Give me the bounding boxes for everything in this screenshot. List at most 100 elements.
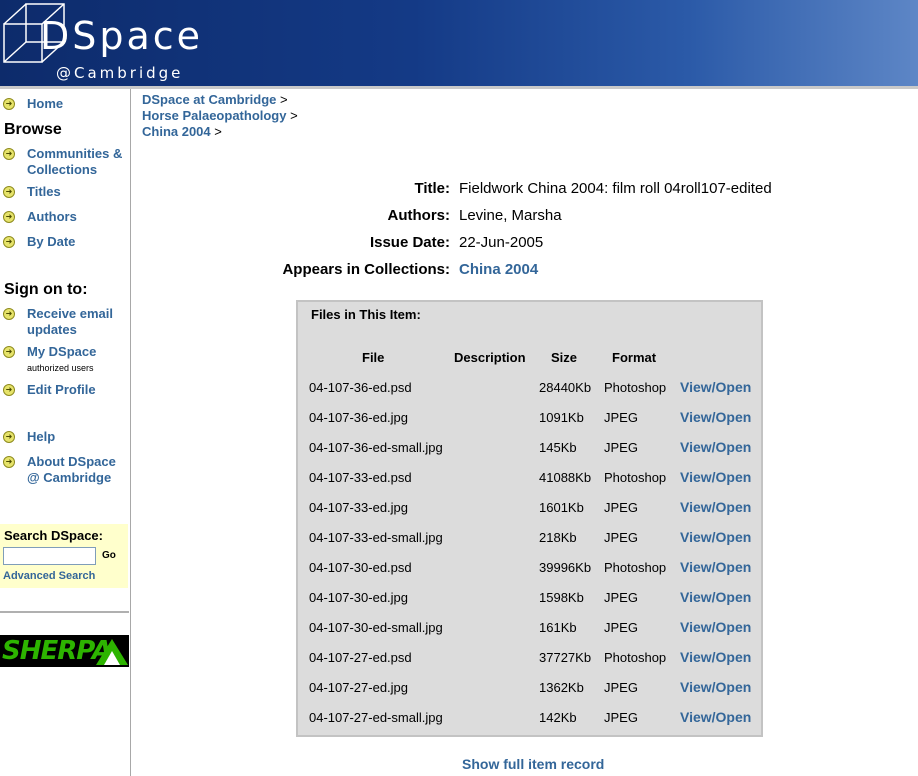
file-size-cell: 142Kb — [539, 710, 577, 725]
sidebar-item-label[interactable]: Home — [27, 96, 127, 112]
table-row: 04-107-36-ed.psd 28440Kb Photoshop View/Ope… — [298, 379, 761, 410]
breadcrumb-separator: > — [290, 108, 298, 123]
file-size-cell: 39996Kb — [539, 560, 592, 575]
column-header-description: Description — [454, 350, 526, 365]
sidebar-item-note: authorized users — [27, 363, 94, 373]
file-name-cell: 04-107-30-ed.jpg — [309, 590, 409, 605]
arrow-bullet-icon: ➜ — [3, 211, 15, 223]
authors-value: Levine, Marsha — [459, 207, 562, 224]
view-open-link[interactable]: View/Open — [680, 469, 751, 485]
sidebar-item-label[interactable]: Communities & Collections — [27, 146, 127, 178]
view-open-link[interactable]: View/Open — [680, 709, 751, 725]
collection-link[interactable]: China 2004 — [459, 261, 538, 278]
issue-date-label: Issue Date: — [369, 234, 450, 251]
file-format-cell: Photoshop — [604, 470, 667, 485]
header-divider — [0, 86, 918, 89]
site-header: DSpace @Cambridge — [0, 0, 918, 86]
search-input[interactable] — [3, 547, 96, 565]
logo-title: DSpace — [40, 14, 204, 58]
file-format-cell: JPEG — [604, 500, 638, 515]
breadcrumb-item[interactable]: Horse Palaeopathology > — [142, 108, 298, 123]
file-size-cell: 1601Kb — [539, 500, 584, 515]
sidebar-item-label[interactable]: By Date — [27, 234, 127, 250]
file-name-cell: 04-107-33-ed.psd — [309, 470, 412, 485]
arrow-bullet-icon: ➜ — [3, 148, 15, 160]
view-open-link[interactable]: View/Open — [680, 649, 751, 665]
sherpa-logo[interactable]: SHERPA — [0, 635, 129, 667]
breadcrumb-item[interactable]: China 2004 > — [142, 124, 222, 139]
collections-label: Appears in Collections: — [282, 261, 450, 278]
table-row: 04-107-30-ed.jpg 1598Kb JPEG View/Open — [298, 589, 761, 620]
table-row: 04-107-27-ed.psd 37727Kb Photoshop View/Ope… — [298, 649, 761, 680]
file-name-cell: 04-107-33-ed-small.jpg — [309, 530, 443, 545]
file-name-cell: 04-107-27-ed.jpg — [309, 680, 409, 695]
table-row: 04-107-30-ed.psd 39996Kb Photoshop View/Ope… — [298, 559, 761, 590]
file-name-cell: 04-107-33-ed.jpg — [309, 500, 409, 515]
file-name-cell: 04-107-30-ed-small.jpg — [309, 620, 443, 635]
search-panel: Search DSpace: Go Advanced Search — [0, 524, 128, 588]
view-open-link[interactable]: View/Open — [680, 559, 751, 575]
breadcrumb-link[interactable]: DSpace at Cambridge — [142, 92, 276, 107]
mountain-icon — [96, 639, 128, 665]
arrow-bullet-icon: ➜ — [3, 384, 15, 396]
file-size-cell: 1091Kb — [539, 410, 584, 425]
file-size-cell: 218Kb — [539, 530, 577, 545]
view-open-link[interactable]: View/Open — [680, 439, 751, 455]
sidebar-divider — [0, 611, 129, 613]
view-open-link[interactable]: View/Open — [680, 379, 751, 395]
file-size-cell: 37727Kb — [539, 650, 592, 665]
file-format-cell: JPEG — [604, 680, 638, 695]
file-name-cell: 04-107-36-ed-small.jpg — [309, 440, 443, 455]
file-name-cell: 04-107-36-ed.psd — [309, 380, 412, 395]
view-open-link[interactable]: View/Open — [680, 589, 751, 605]
arrow-bullet-icon: ➜ — [3, 456, 15, 468]
file-format-cell: Photoshop — [604, 650, 667, 665]
view-open-link[interactable]: View/Open — [680, 529, 751, 545]
show-full-record-link[interactable]: Show full item record — [462, 756, 604, 772]
view-open-link[interactable]: View/Open — [680, 619, 751, 635]
view-open-link[interactable]: View/Open — [680, 679, 751, 695]
sidebar-item-label[interactable]: About DSpace @ Cambridge — [27, 454, 127, 486]
view-open-link[interactable]: View/Open — [680, 499, 751, 515]
title-label: Title: — [414, 180, 450, 197]
file-format-cell: JPEG — [604, 440, 638, 455]
table-row: 04-107-33-ed.jpg 1601Kb JPEG View/Open — [298, 499, 761, 530]
search-title: Search DSpace: — [4, 528, 103, 543]
issue-date-value: 22-Jun-2005 — [459, 234, 544, 251]
arrow-bullet-icon: ➜ — [3, 98, 15, 110]
column-header-format: Format — [612, 350, 657, 365]
search-go-button[interactable]: Go — [102, 550, 116, 561]
sidebar-item-label[interactable]: My DSpace — [27, 344, 96, 359]
logo-subtitle: @Cambridge — [56, 64, 184, 82]
breadcrumb-link[interactable]: China 2004 — [142, 124, 211, 139]
sidebar-item-label[interactable]: Authors — [27, 209, 127, 225]
advanced-search-link[interactable]: Advanced Search — [3, 570, 95, 582]
table-row: 04-107-36-ed.jpg 1091Kb JPEG View/Open — [298, 409, 761, 440]
file-size-cell: 28440Kb — [539, 380, 592, 395]
sign-on-heading: Sign on to: — [4, 281, 88, 298]
arrow-bullet-icon: ➜ — [3, 236, 15, 248]
table-row: 04-107-27-ed-small.jpg 142Kb JPEG View/Open — [298, 709, 761, 740]
sidebar-item-label-wrap[interactable]: My DSpace authorized users — [27, 344, 127, 374]
file-format-cell: JPEG — [604, 410, 638, 425]
column-header-file: File — [362, 350, 385, 365]
view-open-link[interactable]: View/Open — [680, 409, 751, 425]
file-size-cell: 41088Kb — [539, 470, 592, 485]
file-name-cell: 04-107-36-ed.jpg — [309, 410, 409, 425]
column-header-size: Size — [551, 350, 578, 365]
file-size-cell: 1362Kb — [539, 680, 584, 695]
files-panel: Files in This Item: File Description Siz… — [296, 300, 763, 737]
file-size-cell: 161Kb — [539, 620, 577, 635]
dspace-logo[interactable]: DSpace @Cambridge — [0, 0, 200, 86]
file-format-cell: JPEG — [604, 710, 638, 725]
arrow-bullet-icon: ➜ — [3, 431, 15, 443]
breadcrumb-link[interactable]: Horse Palaeopathology — [142, 108, 286, 123]
file-format-cell: JPEG — [604, 530, 638, 545]
sidebar-item-label[interactable]: Edit Profile — [27, 382, 127, 398]
file-size-cell: 145Kb — [539, 440, 577, 455]
breadcrumb-item[interactable]: DSpace at Cambridge > — [142, 92, 288, 107]
table-row: 04-107-36-ed-small.jpg 145Kb JPEG View/Open — [298, 439, 761, 470]
sidebar-item-label[interactable]: Receive email updates — [27, 306, 127, 338]
sidebar-item-label[interactable]: Titles — [27, 184, 127, 200]
sidebar-item-label[interactable]: Help — [27, 429, 127, 445]
